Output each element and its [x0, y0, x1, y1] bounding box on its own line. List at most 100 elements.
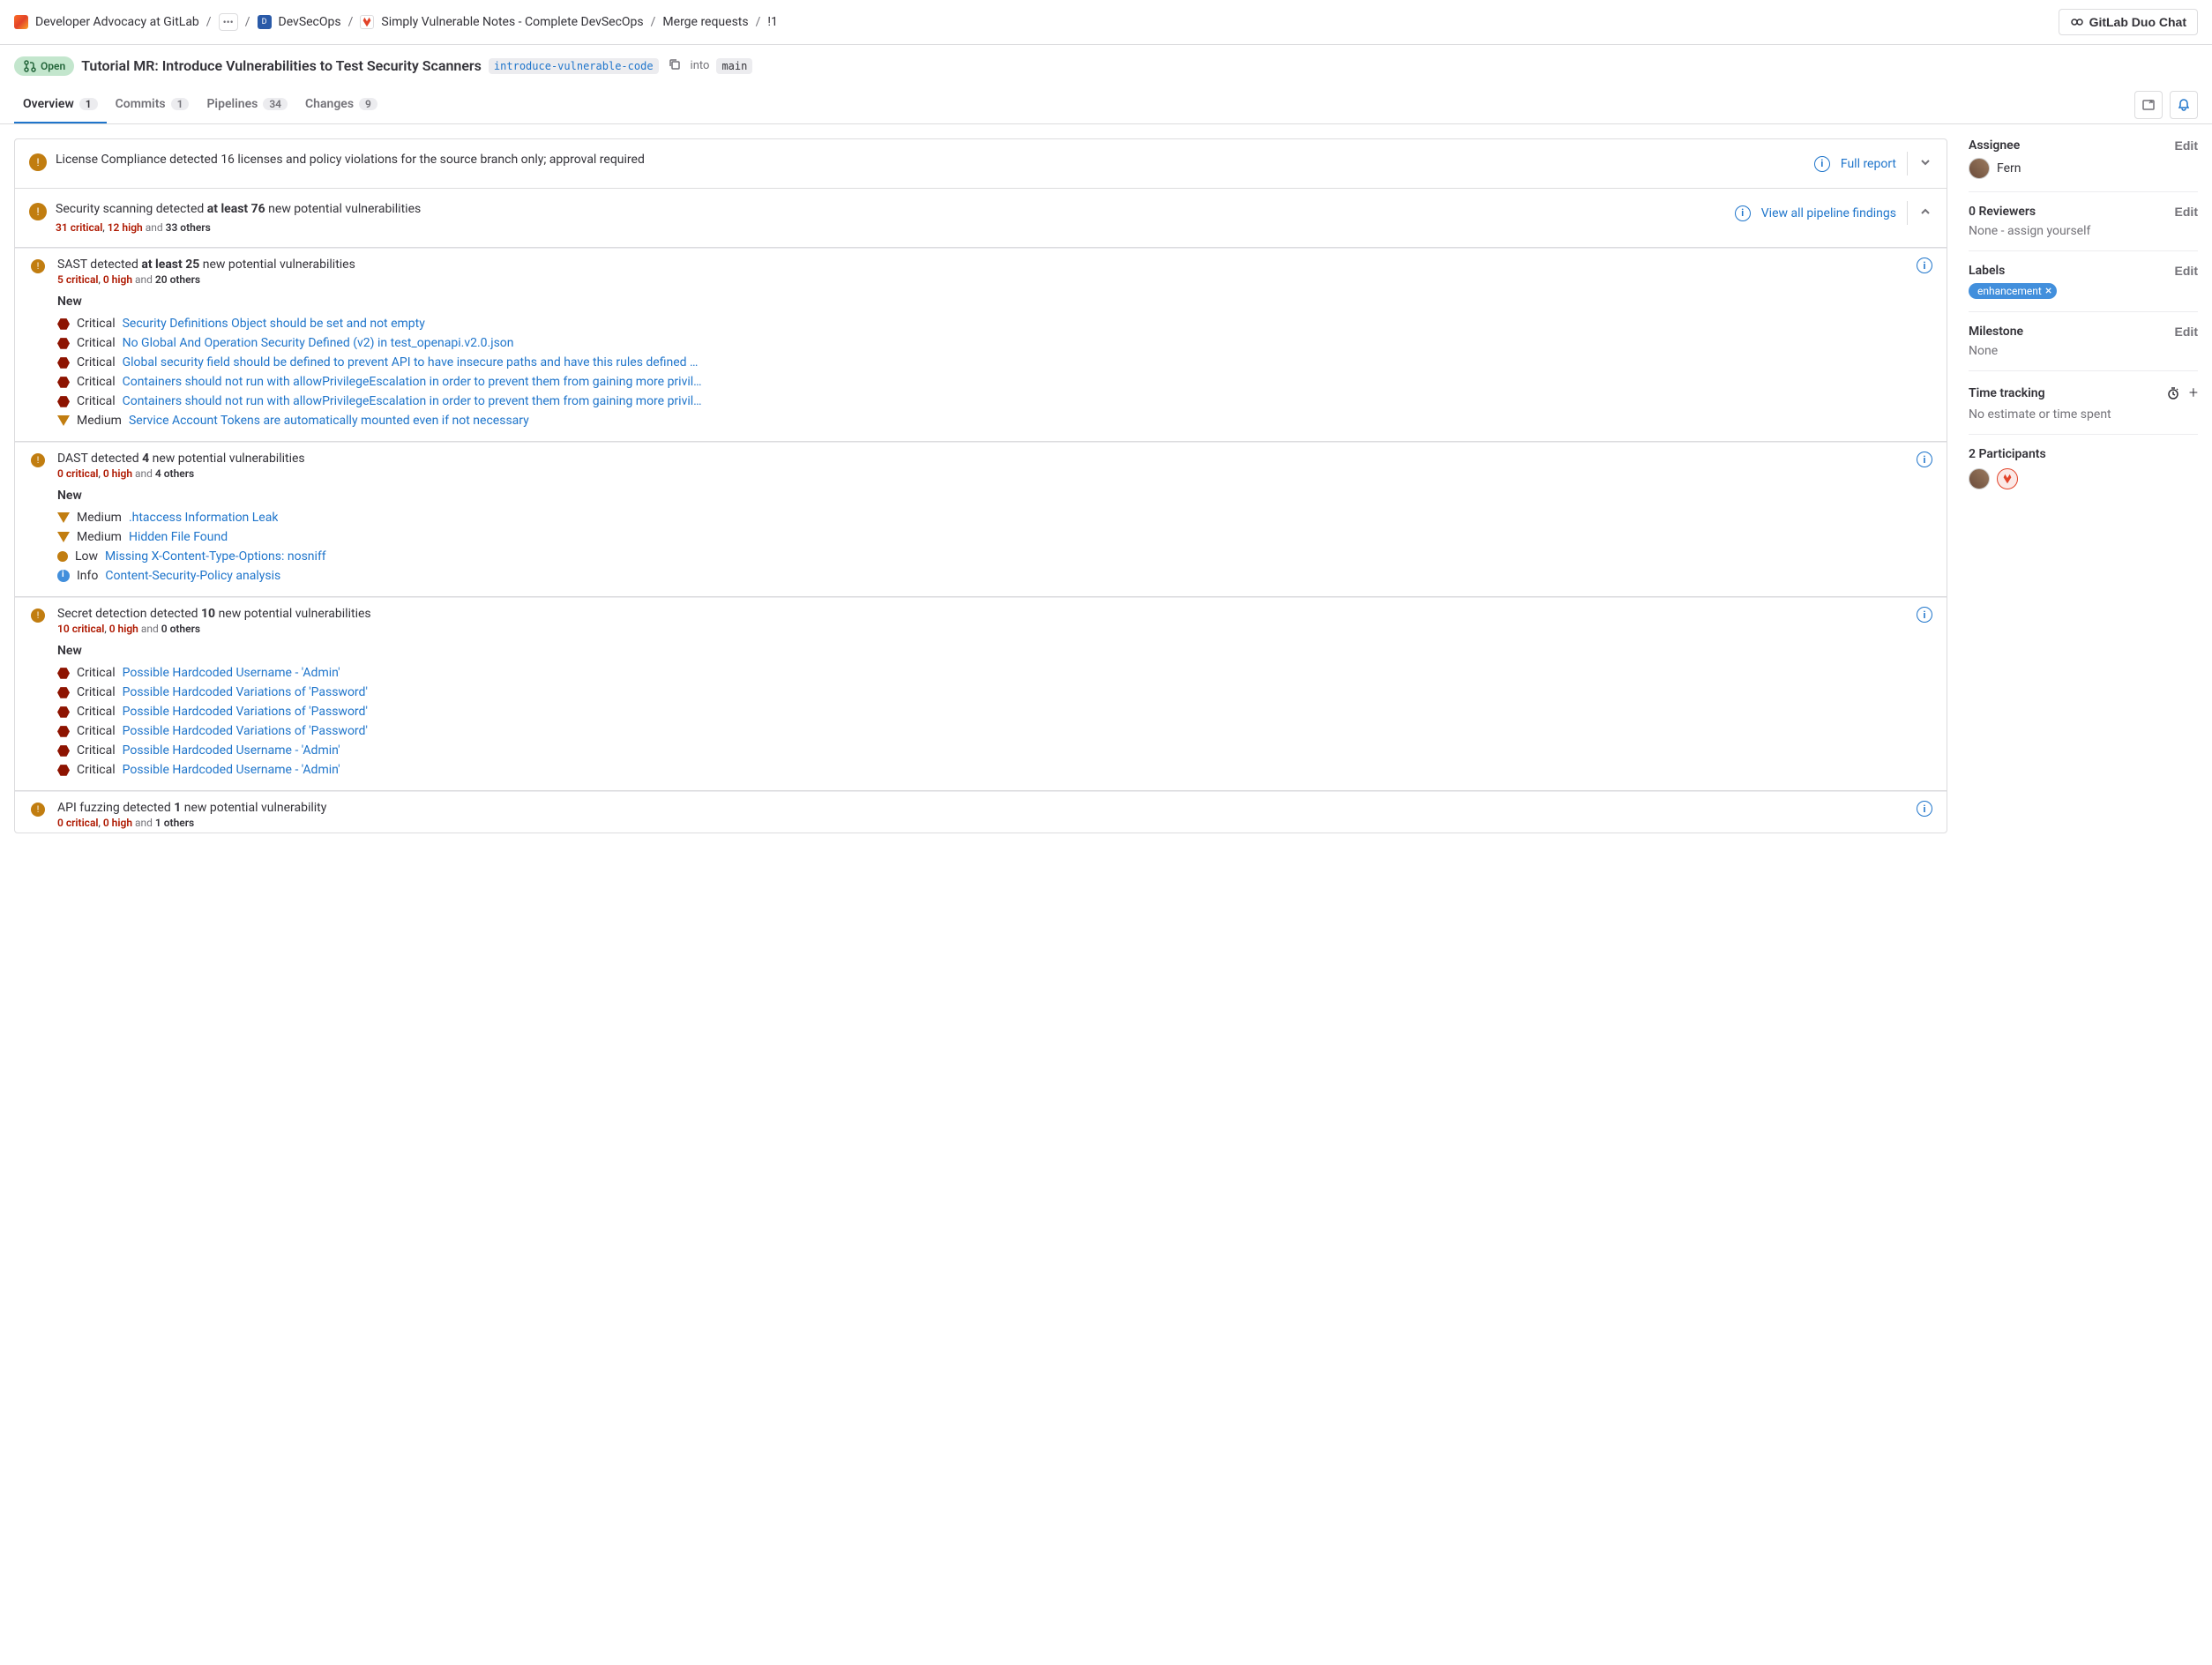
- finding-row: InfoContent-Security-Policy analysis: [57, 566, 1932, 586]
- finding-link[interactable]: Possible Hardcoded Variations of 'Passwo…: [123, 705, 368, 719]
- severity-med-icon: [57, 512, 70, 523]
- finding-row: CriticalGlobal security field should be …: [57, 353, 1932, 372]
- severity-crit-icon: [57, 667, 70, 679]
- finding-link[interactable]: Service Account Tokens are automatically…: [129, 414, 529, 428]
- tab-overview[interactable]: Overview 1: [14, 86, 107, 123]
- finding-link[interactable]: .htaccess Information Leak: [129, 511, 278, 525]
- finding-link[interactable]: Possible Hardcoded Variations of 'Passwo…: [123, 685, 368, 699]
- finding-link[interactable]: Global security field should be defined …: [123, 355, 699, 370]
- mr-status-badge: Open: [14, 56, 74, 76]
- warning-icon: !: [29, 153, 47, 171]
- participants-section: 2 Participants: [1969, 435, 2198, 502]
- avatar: [1969, 158, 1990, 179]
- finding-row: Critical Containers should not run with a…: [57, 392, 1932, 411]
- finding-row: CriticalPossible Hardcoded Variations of…: [57, 702, 1932, 721]
- full-report-link[interactable]: Full report: [1841, 157, 1896, 171]
- remove-label-icon[interactable]: ×: [2045, 285, 2051, 297]
- severity-med-icon: [57, 532, 70, 542]
- severity-label: Critical: [77, 685, 116, 699]
- api-fuzzing-block: ! i API fuzzing detected 1 new potential…: [15, 791, 1947, 832]
- warning-icon: !: [31, 803, 45, 817]
- finding-link[interactable]: Possible Hardcoded Username - 'Admin': [123, 743, 340, 758]
- finding-link[interactable]: Missing X-Content-Type-Options: nosniff: [105, 549, 326, 564]
- gitlab-duo-chat-button[interactable]: GitLab Duo Chat: [2059, 9, 2198, 35]
- finding-link[interactable]: Possible Hardcoded Variations of 'Passwo…: [123, 724, 368, 738]
- finding-link[interactable]: No Global And Operation Security Defined…: [123, 336, 514, 350]
- severity-info-icon: [57, 570, 70, 582]
- finding-link[interactable]: Content-Security-Policy analysis: [105, 569, 280, 583]
- warning-icon: !: [31, 609, 45, 623]
- severity-label: Critical: [77, 394, 116, 408]
- severity-crit-icon: [57, 744, 70, 757]
- severity-crit-icon: [57, 725, 70, 737]
- assign-yourself-link[interactable]: None - assign yourself: [1969, 224, 2090, 238]
- reviewers-section: 0 Reviewers Edit None - assign yourself: [1969, 192, 2198, 251]
- finding-link[interactable]: Containers should not run with allowPriv…: [123, 394, 702, 408]
- license-compliance-row: ! License Compliance detected 16 license…: [15, 139, 1947, 188]
- collapse-security-button[interactable]: [1907, 201, 1932, 225]
- dast-block: ! i DAST detected 4 new potential vulner…: [15, 442, 1947, 596]
- copy-branch-button[interactable]: [666, 56, 684, 76]
- source-branch[interactable]: introduce-vulnerable-code: [489, 58, 659, 74]
- severity-label: Critical: [77, 666, 116, 680]
- edit-labels-button[interactable]: Edit: [2175, 264, 2198, 278]
- security-summary-row: ! Security scanning detected at least 76…: [15, 189, 1947, 247]
- expand-license-button[interactable]: [1907, 152, 1932, 175]
- target-branch[interactable]: main: [716, 58, 752, 74]
- tab-pipelines[interactable]: Pipelines 34: [198, 86, 296, 123]
- warning-icon: !: [29, 203, 47, 220]
- edit-milestone-button[interactable]: Edit: [2175, 325, 2198, 339]
- view-all-findings-link[interactable]: View all pipeline findings: [1761, 206, 1896, 220]
- chevron-down-icon: [1918, 155, 1932, 169]
- finding-link[interactable]: Hidden File Found: [129, 530, 228, 544]
- secret-detection-block: ! i Secret detection detected 10 new pot…: [15, 597, 1947, 790]
- severity-label: Critical: [77, 375, 116, 389]
- severity-label: Critical: [77, 336, 116, 350]
- severity-label: Low: [75, 549, 98, 564]
- notifications-button[interactable]: [2170, 91, 2198, 119]
- chevron-up-icon: [1918, 205, 1932, 219]
- severity-label: Medium: [77, 414, 122, 428]
- finding-row: Medium Service Account Tokens are automat…: [57, 411, 1932, 430]
- timer-icon[interactable]: [2166, 386, 2180, 400]
- expand-panel-button[interactable]: [2134, 91, 2163, 119]
- add-time-button[interactable]: +: [2189, 384, 2198, 402]
- breadcrumb-section[interactable]: Merge requests: [662, 15, 748, 29]
- warning-icon: !: [31, 453, 45, 467]
- labels-section: Labels Edit enhancement ×: [1969, 251, 2198, 312]
- breadcrumb-bar: Developer Advocacy at GitLab / ••• / D D…: [0, 0, 2212, 45]
- security-widget: ! License Compliance detected 16 license…: [14, 138, 1947, 833]
- breadcrumb-root[interactable]: Developer Advocacy at GitLab: [35, 15, 199, 29]
- info-icon[interactable]: i: [1814, 156, 1830, 172]
- tab-commits[interactable]: Commits 1: [107, 86, 198, 123]
- edit-assignee-button[interactable]: Edit: [2175, 138, 2198, 153]
- sast-block: ! i SAST detected at least 25 new potent…: [15, 248, 1947, 441]
- duo-icon: [2070, 15, 2084, 29]
- tab-changes[interactable]: Changes 9: [296, 86, 386, 123]
- finding-row: Critical Possible Hardcoded Username - 'A…: [57, 663, 1932, 683]
- severity-crit-icon: [57, 337, 70, 349]
- license-text: License Compliance detected 16 licenses …: [56, 152, 1805, 169]
- participant-avatar[interactable]: [1997, 468, 2018, 489]
- edit-reviewers-button[interactable]: Edit: [2175, 205, 2198, 219]
- finding-row: Critical No Global And Operation Security…: [57, 333, 1932, 353]
- severity-crit-icon: [57, 395, 70, 407]
- breadcrumb-project[interactable]: Simply Vulnerable Notes - Complete DevSe…: [381, 15, 643, 29]
- participant-avatar[interactable]: [1969, 468, 1990, 489]
- breadcrumb-group[interactable]: DevSecOps: [279, 15, 341, 29]
- severity-crit-icon: [57, 686, 70, 698]
- time-tracking-section: Time tracking + No estimate or time spen…: [1969, 371, 2198, 435]
- finding-row: CriticalPossible Hardcoded Username - 'A…: [57, 741, 1932, 760]
- finding-link[interactable]: Possible Hardcoded Username - 'Admin': [123, 666, 340, 680]
- finding-link[interactable]: Possible Hardcoded Username - 'Admin': [123, 763, 340, 777]
- finding-link[interactable]: Containers should not run with allowPriv…: [123, 375, 702, 389]
- mr-title: Tutorial MR: Introduce Vulnerabilities t…: [81, 57, 482, 74]
- severity-crit-icon: [57, 356, 70, 369]
- label-chip-enhancement[interactable]: enhancement ×: [1969, 283, 2057, 299]
- info-icon[interactable]: i: [1735, 205, 1751, 221]
- severity-label: Medium: [77, 530, 122, 544]
- breadcrumb-overflow[interactable]: •••: [219, 13, 238, 31]
- finding-row: Medium Hidden File Found: [57, 527, 1932, 547]
- finding-link[interactable]: Security Definitions Object should be se…: [123, 317, 425, 331]
- assignee-value[interactable]: Fern: [1969, 158, 2198, 179]
